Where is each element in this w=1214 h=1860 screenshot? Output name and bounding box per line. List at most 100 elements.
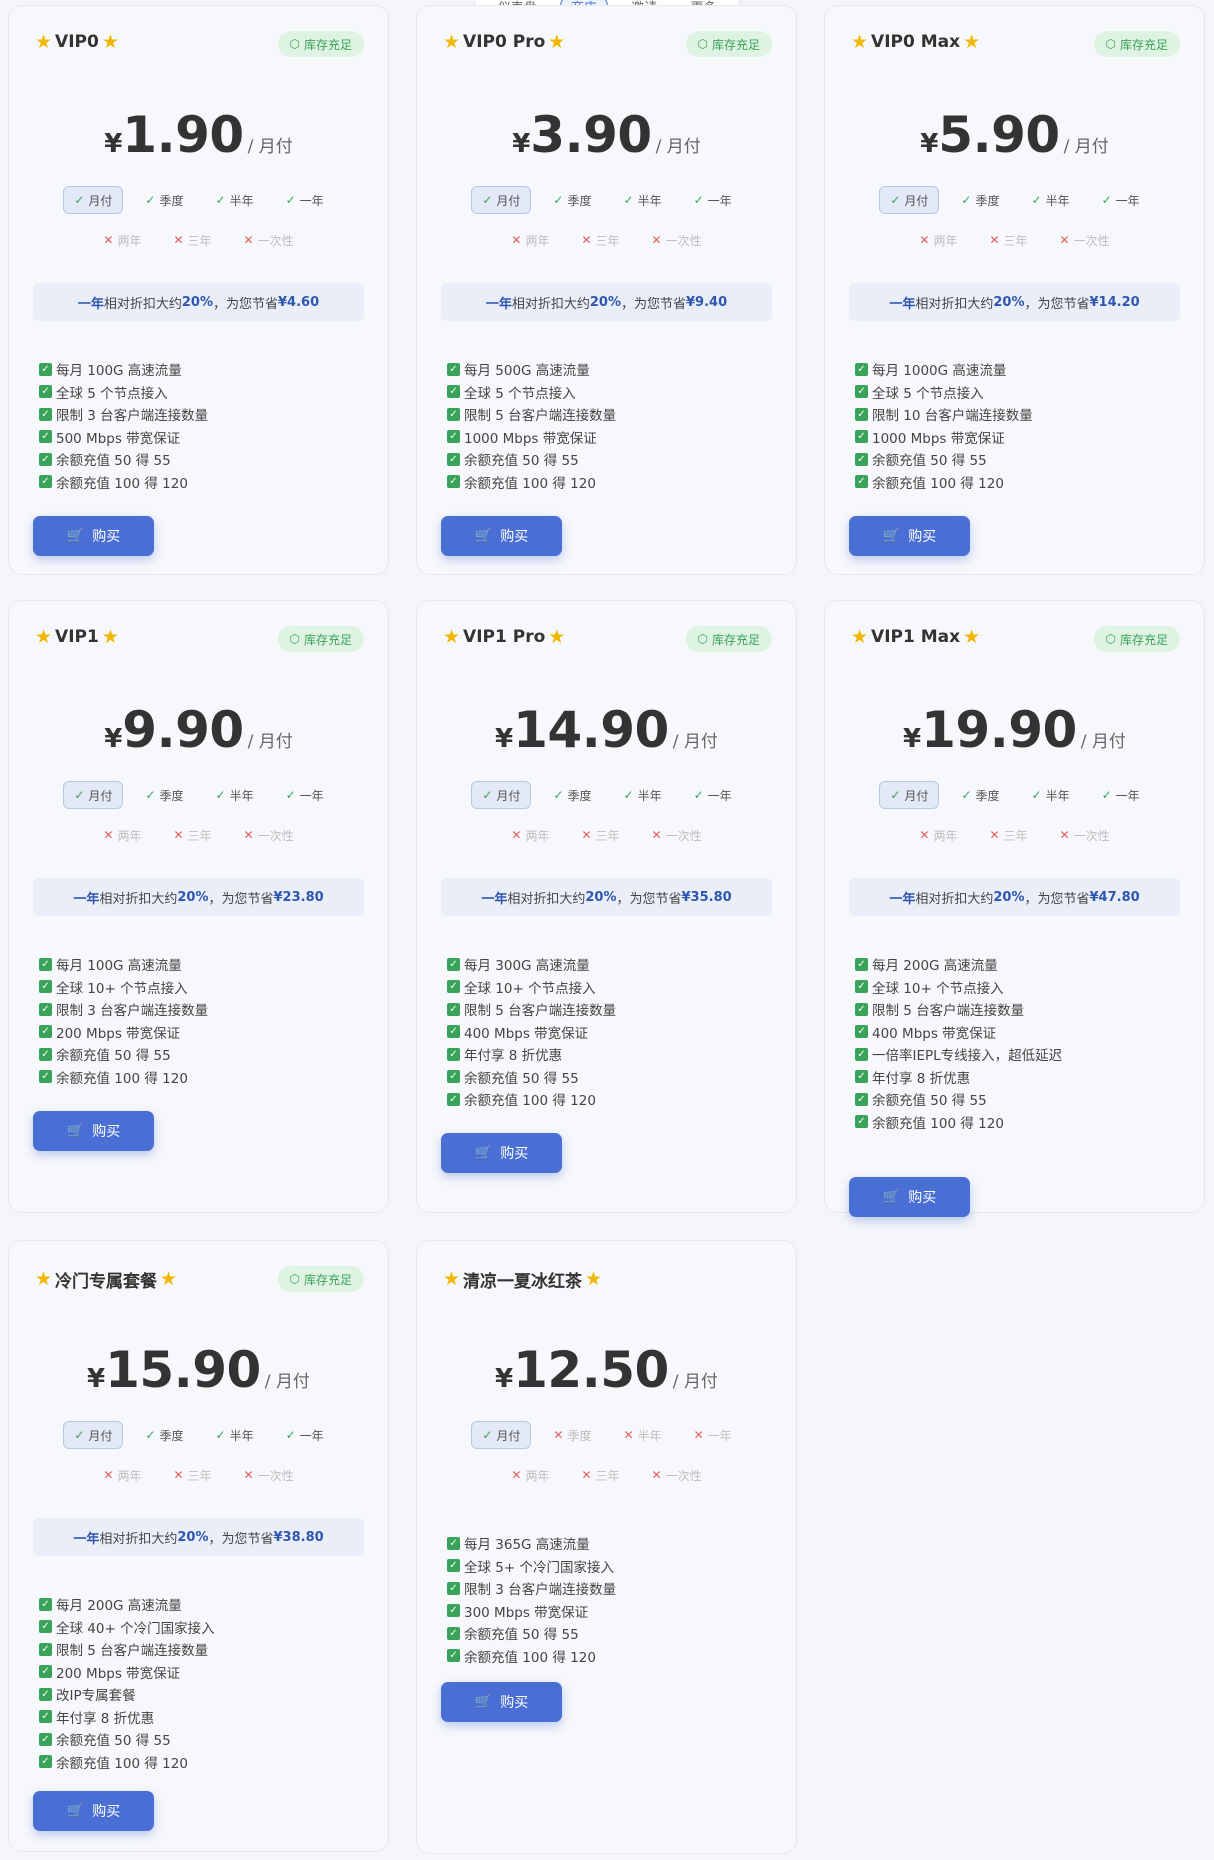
buy-button[interactable]: 🛒 购买 — [33, 1791, 154, 1831]
billing-option[interactable]: ✓ 季度 — [135, 781, 193, 809]
billing-option: ✕ 两年 — [501, 226, 559, 254]
cart-icon: 🛒 — [66, 528, 85, 544]
billing-option-label: 三年 — [1003, 828, 1028, 843]
feature-text: 限制 10 台客户端连接数量 — [872, 408, 1033, 425]
billing-option[interactable]: ✓ 半年 — [206, 781, 264, 809]
billing-option[interactable]: ✓ 半年 — [614, 781, 672, 809]
feature-item: ✓ 全球 40+ 个冷门国家接入 — [39, 1616, 215, 1639]
billing-option[interactable]: ✓ 月付 — [63, 186, 124, 214]
billing-options: ✕ 两年 ✕ 三年 ✕ 一次性 — [417, 821, 796, 849]
stock-label: 库存充足 — [1119, 632, 1168, 647]
buy-button[interactable]: 🛒 购买 — [33, 1111, 154, 1151]
billing-option[interactable]: ✓ 半年 — [206, 1421, 264, 1449]
feature-item: ✓ 余额充值 100 得 120 — [447, 471, 616, 494]
plan-card: ★ 清凉一夏冰红茶 ★ ¥12.50/ 月付 ✓ 月付 ✕ 季度 ✕ 半年 ✕ 一年 ✕ 两年 ✕ 三年 ✕ 一次… — [416, 1240, 797, 1854]
price-amount: 9.90 — [122, 701, 244, 759]
checkbox-icon: ✓ — [447, 475, 460, 489]
price-period: / 月付 — [247, 137, 293, 157]
billing-option[interactable]: ✓ 一年 — [1092, 186, 1150, 214]
buy-button[interactable]: 🛒 购买 — [441, 1133, 562, 1173]
billing-option: ✕ 一次性 — [1050, 226, 1120, 254]
price: ¥14.90/ 月付 — [417, 701, 796, 759]
currency-symbol: ¥ — [512, 129, 531, 159]
billing-option[interactable]: ✓ 一年 — [276, 781, 334, 809]
buy-button[interactable]: 🛒 购买 — [441, 516, 562, 556]
price-period: / 月付 — [672, 1372, 718, 1392]
billing-option-label: 半年 — [637, 193, 662, 208]
price-period: / 月付 — [655, 137, 701, 157]
checkbox-icon: ✓ — [447, 452, 460, 466]
feature-text: 一倍率IEPL专线接入，超低延迟 — [872, 1048, 1063, 1065]
price-amount: 12.50 — [513, 1341, 669, 1399]
billing-option[interactable]: ✓ 季度 — [135, 186, 193, 214]
cube-icon: ⬡ — [1105, 37, 1116, 51]
billing-option[interactable]: ✓ 半年 — [1022, 781, 1080, 809]
billing-option[interactable]: ✓ 月付 — [471, 781, 532, 809]
billing-option[interactable]: ✓ 半年 — [206, 186, 264, 214]
billing-option[interactable]: ✓ 月付 — [471, 186, 532, 214]
billing-option-label: 两年 — [117, 828, 142, 843]
billing-option[interactable]: ✓ 半年 — [1022, 186, 1080, 214]
feature-item: ✓ 年付享 8 折优惠 — [39, 1706, 215, 1729]
buy-button[interactable]: 🛒 购买 — [33, 516, 154, 556]
check-icon: ✓ — [215, 788, 226, 802]
billing-option[interactable]: ✓ 月付 — [879, 781, 940, 809]
price-amount: 15.90 — [105, 1341, 261, 1399]
discount-text: ，为您节省 — [208, 1531, 274, 1547]
billing-option[interactable]: ✓ 一年 — [276, 186, 334, 214]
discount-saving: ¥9.40 — [686, 294, 728, 310]
billing-option[interactable]: ✓ 季度 — [951, 186, 1009, 214]
cart-icon: 🛒 — [474, 1694, 493, 1710]
billing-option: ✕ 三年 — [979, 226, 1037, 254]
billing-options: ✓ 月付 ✓ 季度 ✓ 半年 ✓ 一年 — [9, 186, 388, 214]
buy-button[interactable]: 🛒 购买 — [849, 516, 970, 556]
buy-button[interactable]: 🛒 购买 — [441, 1682, 562, 1722]
billing-option-label: 半年 — [1045, 193, 1070, 208]
billing-option[interactable]: ✓ 半年 — [614, 186, 672, 214]
billing-option[interactable]: ✓ 月付 — [471, 1421, 532, 1449]
feature-text: 改IP专属套餐 — [56, 1688, 136, 1705]
buy-button[interactable]: 🛒 购买 — [849, 1177, 970, 1217]
billing-option[interactable]: ✓ 季度 — [951, 781, 1009, 809]
check-icon: ✓ — [74, 193, 85, 207]
billing-option[interactable]: ✓ 一年 — [684, 186, 742, 214]
checkbox-icon: ✓ — [447, 1070, 460, 1084]
feature-item: ✓ 年付享 8 折优惠 — [447, 1043, 616, 1066]
feature-item: ✓ 限制 5 台客户端连接数量 — [855, 998, 1062, 1021]
billing-option[interactable]: ✓ 一年 — [276, 1421, 334, 1449]
cross-icon: ✕ — [511, 828, 522, 842]
billing-options: ✓ 月付 ✓ 季度 ✓ 半年 ✓ 一年 — [9, 781, 388, 809]
price: ¥3.90/ 月付 — [417, 106, 796, 164]
discount-saving: ¥47.80 — [1089, 889, 1140, 905]
billing-option-label: 半年 — [1045, 788, 1070, 803]
billing-options: ✕ 两年 ✕ 三年 ✕ 一次性 — [9, 226, 388, 254]
billing-option[interactable]: ✓ 季度 — [543, 186, 601, 214]
billing-option-label: 两年 — [117, 233, 142, 248]
check-icon: ✓ — [482, 1428, 493, 1442]
billing-option[interactable]: ✓ 季度 — [543, 781, 601, 809]
checkbox-icon: ✓ — [447, 1025, 460, 1039]
feature-list: ✓ 每月 200G 高速流量 ✓ 全球 40+ 个冷门国家接入 ✓ 限制 5 台客户端连接… — [39, 1593, 215, 1773]
cube-icon: ⬡ — [1105, 632, 1116, 646]
discount-percent: 20% — [585, 889, 617, 905]
billing-option[interactable]: ✓ 月付 — [63, 781, 124, 809]
billing-option[interactable]: ✓ 一年 — [1092, 781, 1150, 809]
plan-card: ★ VIP0 ★ ⬡ 库存充足 ¥1.90/ 月付 ✓ 月付 ✓ 季度 ✓ 半年 ✓ 一年 ✕ 两年 ✕ 三年 ✕ 一… — [8, 5, 389, 575]
billing-options: ✓ 月付 ✓ 季度 ✓ 半年 ✓ 一年 — [417, 781, 796, 809]
price-period: / 月付 — [264, 1372, 310, 1392]
billing-option-label: 月付 — [904, 788, 929, 803]
billing-option[interactable]: ✓ 季度 — [135, 1421, 193, 1449]
billing-option-label: 月付 — [496, 1428, 521, 1443]
billing-option-label: 一次性 — [257, 233, 294, 248]
checkbox-icon: ✓ — [447, 1649, 460, 1663]
checkbox-icon: ✓ — [855, 1070, 868, 1084]
billing-option[interactable]: ✓ 月付 — [63, 1421, 124, 1449]
billing-options: ✕ 两年 ✕ 三年 ✕ 一次性 — [417, 226, 796, 254]
plan-title: ★ VIP0 Pro ★ — [443, 32, 565, 52]
billing-option[interactable]: ✓ 一年 — [684, 781, 742, 809]
feature-text: 全球 40+ 个冷门国家接入 — [56, 1620, 215, 1637]
billing-option[interactable]: ✓ 月付 — [879, 186, 940, 214]
feature-item: ✓ 限制 3 台客户端连接数量 — [447, 1577, 616, 1600]
discount-text: ，为您节省 — [1024, 296, 1090, 312]
checkbox-icon: ✓ — [447, 430, 460, 444]
